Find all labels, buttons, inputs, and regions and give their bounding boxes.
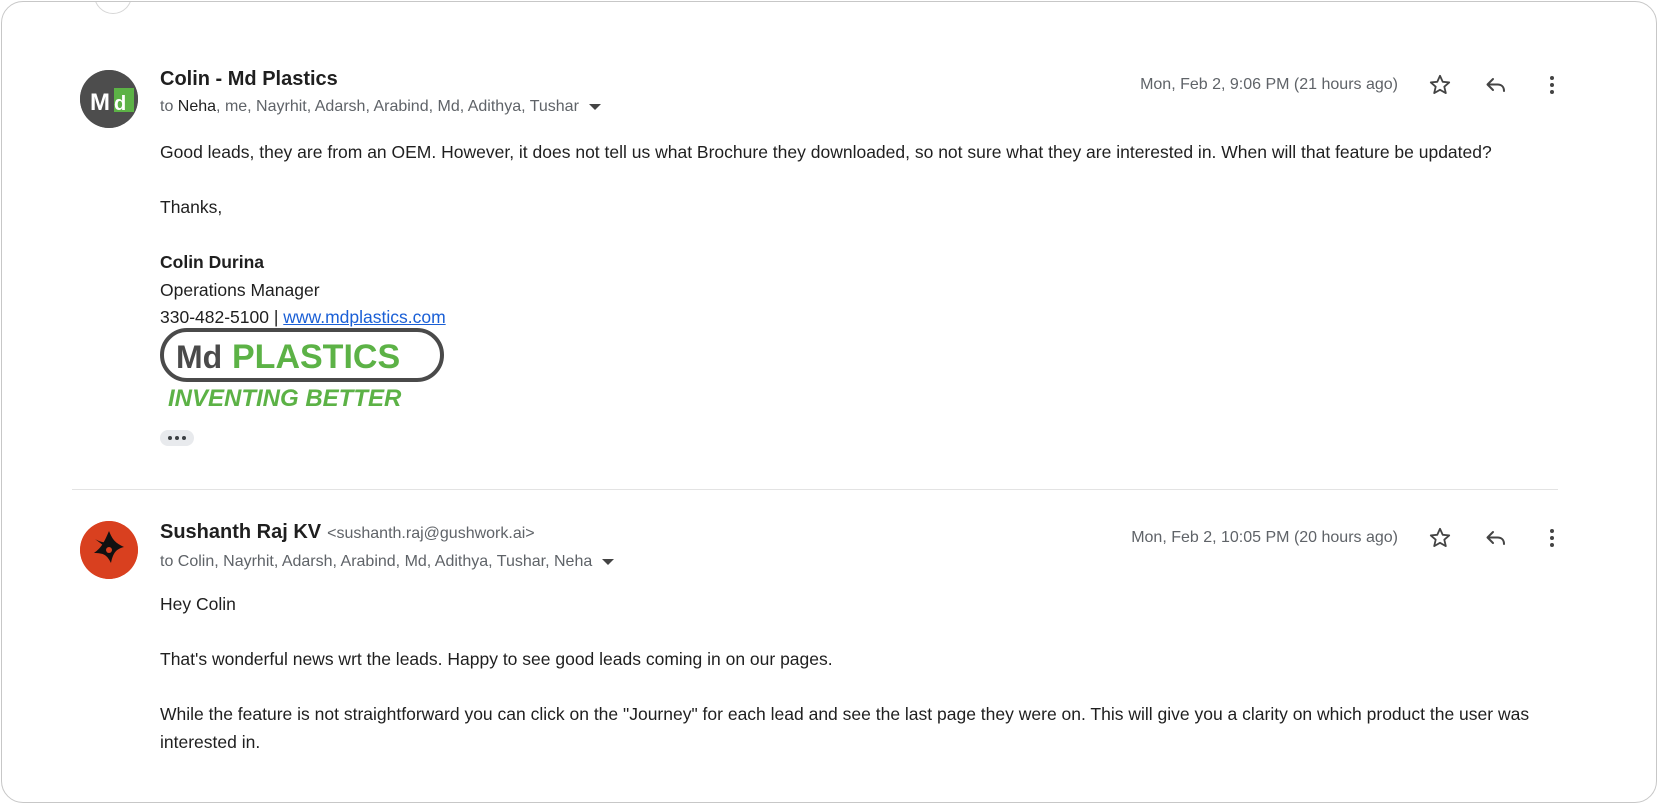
recipients-prefix: to <box>160 98 178 115</box>
reply-button[interactable] <box>1468 65 1524 105</box>
body-paragraph: Good leads, they are from an OEM. Howeve… <box>160 142 1492 162</box>
previous-message-avatar-edge <box>94 2 132 14</box>
body-greeting: Hey Colin <box>160 594 236 614</box>
avatar[interactable]: M d <box>80 70 138 128</box>
shuriken-avatar-icon <box>80 521 138 579</box>
md-plastics-avatar-logo: M d <box>80 70 138 128</box>
recipients-rest: , me, Nayrhit, Adarsh, Arabind, Md, Adit… <box>216 98 579 115</box>
signature-title: Operations Manager <box>160 279 320 300</box>
logo-name: PLASTICS <box>232 338 400 376</box>
message-body: Hey Colin That's wonderful news wrt the … <box>160 591 1560 756</box>
star-icon <box>1429 74 1451 94</box>
show-trimmed-content-button[interactable] <box>160 430 194 446</box>
signature-website-link[interactable]: www.mdplastics.com <box>283 307 445 327</box>
message-date[interactable]: Mon, Feb 2, 10:05 PM (20 hours ago) <box>1131 529 1398 547</box>
logo-mark: Md <box>176 339 222 375</box>
sender-line: Sushanth Raj KV <sushanth.raj@gushwork.a… <box>160 521 535 551</box>
star-button[interactable] <box>1412 518 1468 558</box>
body-paragraph: That's wonderful news wrt the leads. Hap… <box>160 649 833 669</box>
message-meta: Mon, Feb 2, 10:05 PM (20 hours ago) <box>1131 518 1580 558</box>
sender-name[interactable]: Sushanth Raj KV <box>160 521 321 544</box>
recipient-first: Neha <box>177 98 217 115</box>
svg-text:M: M <box>90 89 110 116</box>
sender-line: Colin - Md Plastics <box>160 68 338 98</box>
star-button[interactable] <box>1412 65 1468 105</box>
more-options-button[interactable] <box>1524 518 1580 558</box>
recipients-line: to Neha , me, Nayrhit, Adarsh, Arabind, … <box>160 98 601 116</box>
recipients-list: to Colin, Nayrhit, Adarsh, Arabind, Md, … <box>160 553 593 570</box>
expand-recipients-icon[interactable] <box>602 559 615 565</box>
more-vert-icon <box>1550 76 1554 94</box>
email-thread: M d Colin - Md Plastics to Neha , me, Na… <box>1 1 1657 803</box>
reply-icon <box>1486 531 1505 545</box>
avatar[interactable] <box>80 521 138 579</box>
reply-button[interactable] <box>1468 518 1524 558</box>
message-date[interactable]: Mon, Feb 2, 9:06 PM (21 hours ago) <box>1140 76 1398 94</box>
message-body: Good leads, they are from an OEM. Howeve… <box>160 139 1560 332</box>
message-meta: Mon, Feb 2, 9:06 PM (21 hours ago) <box>1140 65 1580 105</box>
expand-recipients-icon[interactable] <box>588 104 601 110</box>
svg-text:d: d <box>114 93 126 115</box>
signature-phone: 330-482-5100 | <box>160 307 284 327</box>
dot <box>175 436 179 440</box>
body-paragraph: While the feature is not straightforward… <box>160 704 1530 752</box>
reply-icon <box>1486 78 1505 92</box>
logo-tagline: INVENTING BETTER <box>168 385 402 412</box>
star-icon <box>1429 527 1451 547</box>
recipients-line: to Colin, Nayrhit, Adarsh, Arabind, Md, … <box>160 553 615 571</box>
signature-name: Colin Durina <box>160 252 265 272</box>
md-plastics-logo: Md PLASTICS INVENTING BETTER <box>160 328 445 412</box>
sender-email: <sushanth.raj@gushwork.ai> <box>327 525 535 542</box>
show-trimmed-content-icon <box>168 436 172 440</box>
body-thanks: Thanks, <box>160 197 223 217</box>
more-options-button[interactable] <box>1524 65 1580 105</box>
message-divider <box>72 489 1558 490</box>
more-vert-icon <box>1550 529 1554 547</box>
sender-name[interactable]: Colin - Md Plastics <box>160 68 338 91</box>
dot <box>182 436 186 440</box>
